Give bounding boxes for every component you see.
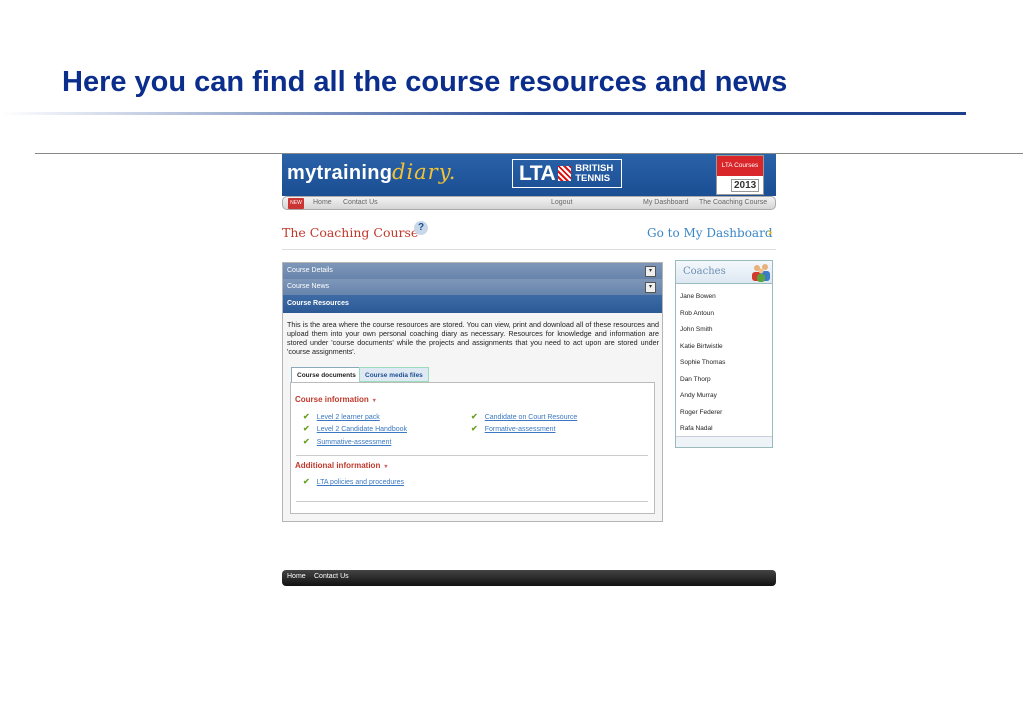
accordion-course-details[interactable]: Course Details ▾ xyxy=(283,263,662,279)
check-icon: ✔ xyxy=(303,437,310,446)
slide-title: Here you can find all the course resourc… xyxy=(62,66,788,98)
expand-icon[interactable]: ▾ xyxy=(645,266,656,277)
lta-logo-subtext: BRITISH TENNIS xyxy=(575,163,613,184)
nav-logout-link[interactable]: Logout xyxy=(551,199,572,206)
accordion-label: Course Resources xyxy=(287,300,349,307)
coach-item[interactable]: Sophie Thomas xyxy=(680,359,725,366)
people-icon xyxy=(752,264,770,282)
accordion-course-resources[interactable]: Course Resources xyxy=(283,295,662,313)
accordion-course-news[interactable]: Course News ▾ xyxy=(283,279,662,295)
accordion-label: Course Details xyxy=(287,267,333,274)
resource-link[interactable]: LTA policies and procedures xyxy=(317,479,404,486)
caret-down-icon: ▾ xyxy=(384,464,388,470)
coach-item[interactable]: Rob Antoun xyxy=(680,310,714,317)
nav-dashboard-link[interactable]: My Dashboard xyxy=(643,199,689,206)
accordion-label: Course News xyxy=(287,283,330,290)
resource-link[interactable]: Candidate on Court Resource xyxy=(485,414,578,421)
calendar-year: 2013 xyxy=(731,179,760,192)
calendar-label: LTA Courses xyxy=(717,156,763,176)
site-footer: Home Contact Us xyxy=(282,570,776,586)
page-title: The Coaching Course xyxy=(282,225,419,240)
lta-logo[interactable]: LTA BRITISH TENNIS xyxy=(512,159,622,188)
calendar-icon: LTA Courses 2013 xyxy=(716,155,764,195)
go-to-dashboard-link[interactable]: Go to My Dashboard xyxy=(647,226,773,240)
list-item[interactable]: ✔ Level 2 learner pack xyxy=(303,412,380,421)
check-icon: ✔ xyxy=(471,412,478,421)
coaches-header: Coaches xyxy=(676,261,772,284)
coach-item[interactable]: John Smith xyxy=(680,326,713,333)
check-icon: ✔ xyxy=(303,412,310,421)
coaches-title: Coaches xyxy=(683,266,726,277)
nav-contact-link[interactable]: Contact Us xyxy=(343,199,378,206)
new-badge-icon: NEW xyxy=(288,198,304,209)
union-flag-icon xyxy=(558,166,572,181)
caret-down-icon: ▾ xyxy=(372,398,376,404)
title-underline xyxy=(0,112,966,115)
coach-item[interactable]: Rafa Nadal xyxy=(680,425,713,432)
nav-coaching-course-link[interactable]: The Coaching Course xyxy=(699,199,767,206)
lta-sub-line-2: TENNIS xyxy=(575,172,611,184)
header-separator xyxy=(282,249,776,250)
check-icon: ✔ xyxy=(471,424,478,433)
footer-contact-link[interactable]: Contact Us xyxy=(314,573,349,580)
coach-item[interactable]: Roger Federer xyxy=(680,409,722,416)
list-item[interactable]: ✔ Candidate on Court Resource xyxy=(471,412,577,421)
coach-item[interactable]: Katie Birtwistle xyxy=(680,343,723,350)
section-title: Course information xyxy=(295,395,369,404)
section-divider xyxy=(296,501,648,502)
resource-link[interactable]: Level 2 learner pack xyxy=(317,414,380,421)
expand-icon[interactable]: ▾ xyxy=(645,282,656,293)
list-item[interactable]: ✔ Summative-assessment xyxy=(303,437,391,446)
resources-description: This is the area where the course resour… xyxy=(287,320,659,356)
top-nav: NEW Home Contact Us Logout My Dashboard … xyxy=(282,196,776,210)
list-item[interactable]: ✔ LTA policies and procedures xyxy=(303,477,404,486)
resource-link[interactable]: Level 2 Candidate Handbook xyxy=(317,426,407,433)
list-item[interactable]: ✔ Formative-assessment xyxy=(471,424,556,433)
section-divider xyxy=(296,455,648,456)
coach-item[interactable]: Andy Murray xyxy=(680,392,717,399)
section-additional-information[interactable]: Additional information ▾ xyxy=(295,461,387,470)
brand-script: diary. xyxy=(392,160,457,184)
section-title: Additional information xyxy=(295,461,381,470)
course-panel: Course Details ▾ Course News ▾ Course Re… xyxy=(282,262,663,522)
list-item[interactable]: ✔ Level 2 Candidate Handbook xyxy=(303,424,407,433)
section-course-information[interactable]: Course information ▾ xyxy=(295,395,376,404)
chevron-right-icon[interactable]: › xyxy=(768,225,772,239)
footer-home-link[interactable]: Home xyxy=(287,573,306,580)
help-icon[interactable]: ? xyxy=(414,221,428,235)
coach-item[interactable]: Jane Bowen xyxy=(680,293,716,300)
site-banner: mytraining diary. LTA BRITISH TENNIS LTA… xyxy=(282,154,776,196)
resource-link[interactable]: Formative-assessment xyxy=(485,426,556,433)
documents-box: Course information ▾ ✔ Level 2 learner pac… xyxy=(290,382,655,514)
resource-link[interactable]: Summative-assessment xyxy=(317,439,392,446)
coaches-footer xyxy=(676,436,772,447)
coach-item[interactable]: Dan Thorp xyxy=(680,376,711,383)
coaches-panel: Coaches Jane Bowen Rob Antoun John Smith… xyxy=(675,260,773,448)
check-icon: ✔ xyxy=(303,477,310,486)
lta-logo-text: LTA xyxy=(519,161,556,185)
brand-name: mytraining xyxy=(287,162,393,184)
check-icon: ✔ xyxy=(303,424,310,433)
tab-course-media-files[interactable]: Course media files xyxy=(359,367,429,382)
nav-home-link[interactable]: Home xyxy=(313,199,332,206)
